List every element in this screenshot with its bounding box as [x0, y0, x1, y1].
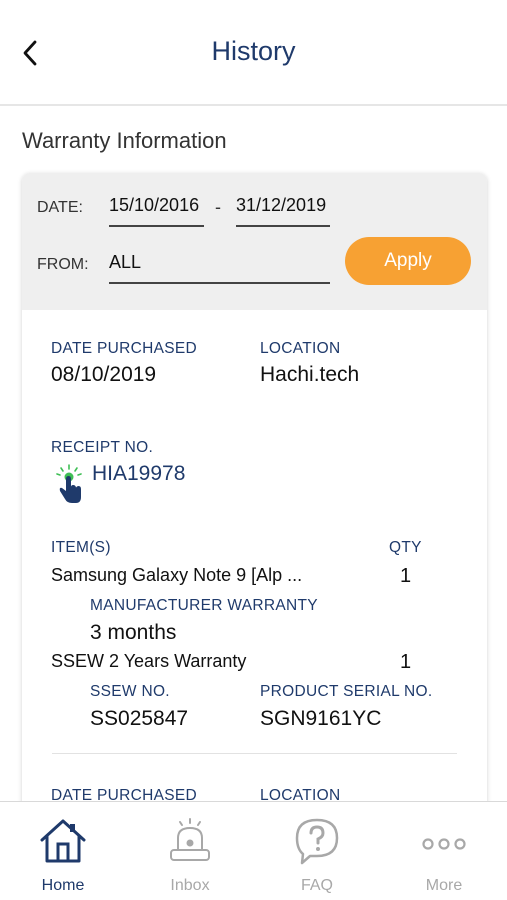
tab-more-label: More: [425, 877, 463, 894]
date-purchased-value: 08/10/2019: [51, 363, 157, 386]
section-title: Warranty Information: [22, 128, 227, 153]
qty-label: QTY: [389, 539, 422, 556]
tab-home-label: Home: [41, 877, 85, 894]
manufacturer-warranty-value: 3 months: [90, 621, 177, 644]
items-label: ITEM(S): [51, 539, 111, 556]
location-value: Hachi.tech: [260, 363, 360, 386]
serial-number-label: PRODUCT SERIAL NO.: [260, 683, 433, 700]
manufacturer-warranty-label: MANUFACTURER WARRANTY: [90, 597, 318, 614]
home-icon: [40, 819, 86, 863]
item-qty: 1: [400, 565, 412, 587]
filter-panel: DATE: 15/10/2016 - 31/12/2019 FROM: ALL …: [22, 173, 487, 310]
question-icon: [295, 818, 339, 865]
ssew-number-label: SSEW NO.: [90, 683, 170, 700]
date-separator: -: [215, 197, 221, 217]
app-header: History: [0, 0, 507, 106]
tab-faq[interactable]: FAQ: [254, 802, 380, 900]
bell-icon: [170, 818, 210, 861]
more-icon: [422, 838, 466, 850]
date-label: DATE:: [37, 199, 83, 216]
bottom-tab-bar: Home Inbox FAQ More: [0, 801, 507, 900]
warranty-card: DATE: 15/10/2016 - 31/12/2019 FROM: ALL …: [22, 173, 487, 833]
apply-button[interactable]: Apply: [345, 237, 471, 285]
tab-faq-label: FAQ: [300, 877, 333, 894]
date-to-field[interactable]: 31/12/2019: [236, 195, 330, 227]
item-qty: 1: [400, 651, 412, 673]
receipt-number-link[interactable]: HIA19978: [92, 462, 185, 486]
tab-home[interactable]: Home: [0, 802, 126, 900]
tap-hand-icon: [53, 463, 85, 505]
page-title: History: [211, 36, 296, 66]
from-label: FROM:: [37, 256, 89, 273]
tab-inbox[interactable]: Inbox: [127, 802, 253, 900]
date-from-field[interactable]: 15/10/2016: [109, 195, 204, 227]
record-divider: [52, 753, 457, 754]
tab-more[interactable]: More: [381, 802, 507, 900]
item-name: Samsung Galaxy Note 9 [Alp ...: [51, 565, 303, 585]
ssew-number-value: SS025847: [90, 707, 189, 730]
tab-inbox-label: Inbox: [170, 877, 210, 894]
item-name: SSEW 2 Years Warranty: [51, 651, 247, 671]
location-label: LOCATION: [260, 340, 341, 357]
from-select[interactable]: ALL: [109, 252, 330, 284]
receipt-label: RECEIPT NO.: [51, 439, 154, 456]
serial-number-value: SGN9161YC: [260, 707, 382, 730]
date-purchased-label: DATE PURCHASED: [51, 340, 198, 357]
